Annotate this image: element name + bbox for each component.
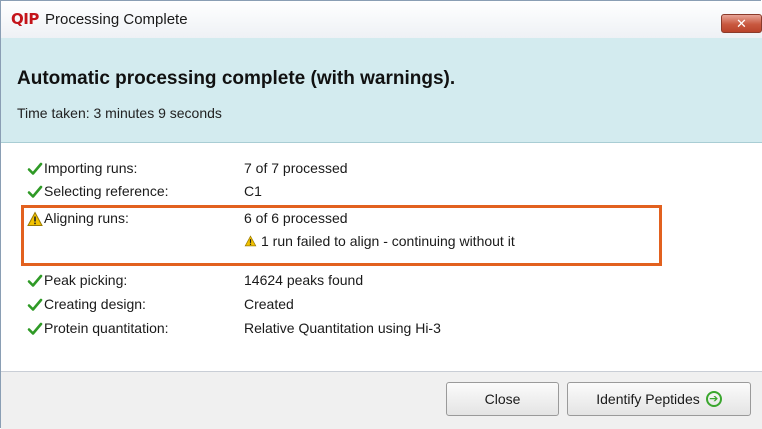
step-value: 14624 peaks found bbox=[244, 272, 364, 288]
step-label: Creating design: bbox=[44, 296, 146, 312]
close-button-label: Close bbox=[484, 391, 521, 407]
step-selecting-reference: Selecting reference: C1 bbox=[1, 182, 762, 204]
identify-peptides-label: Identify Peptides bbox=[596, 391, 700, 407]
title-bar[interactable]: QIP Processing Complete ✕ bbox=[1, 1, 762, 38]
step-value: Created bbox=[244, 296, 294, 312]
window-close-button[interactable]: ✕ bbox=[721, 14, 762, 33]
summary-header: Automatic processing complete (with warn… bbox=[1, 38, 762, 143]
step-protein-quantitation: Protein quantitation: Relative Quantitat… bbox=[1, 319, 762, 341]
page-title: Automatic processing complete (with warn… bbox=[17, 68, 456, 89]
step-importing-runs: Importing runs: 7 of 7 processed bbox=[1, 159, 762, 181]
window-title: Processing Complete bbox=[45, 11, 188, 28]
step-value: C1 bbox=[244, 183, 262, 199]
close-icon: ✕ bbox=[736, 16, 747, 31]
step-label: Protein quantitation: bbox=[44, 320, 169, 336]
step-value: Relative Quantitation using Hi-3 bbox=[244, 320, 441, 336]
step-label: Peak picking: bbox=[44, 272, 128, 288]
step-peak-picking: Peak picking: 14624 peaks found bbox=[1, 271, 762, 293]
app-logo: QIP bbox=[11, 10, 39, 28]
close-button[interactable]: Close bbox=[446, 382, 559, 416]
step-value: 7 of 7 processed bbox=[244, 160, 348, 176]
check-icon bbox=[27, 162, 43, 175]
processing-complete-dialog: QIP Processing Complete ✕ Automatic proc… bbox=[0, 0, 762, 429]
step-label: Importing runs: bbox=[44, 160, 138, 176]
check-icon bbox=[27, 274, 43, 287]
check-icon bbox=[27, 322, 43, 335]
time-taken: Time taken: 3 minutes 9 seconds bbox=[17, 105, 222, 121]
dialog-footer: Close Identify Peptides ➔ bbox=[1, 372, 762, 429]
arrow-right-icon: ➔ bbox=[705, 391, 722, 407]
step-creating-design: Creating design: Created bbox=[1, 295, 762, 317]
check-icon bbox=[27, 298, 43, 311]
identify-peptides-button[interactable]: Identify Peptides ➔ bbox=[567, 382, 751, 416]
step-label: Selecting reference: bbox=[44, 183, 169, 199]
check-icon bbox=[27, 185, 43, 198]
warning-highlight-box bbox=[21, 205, 662, 266]
